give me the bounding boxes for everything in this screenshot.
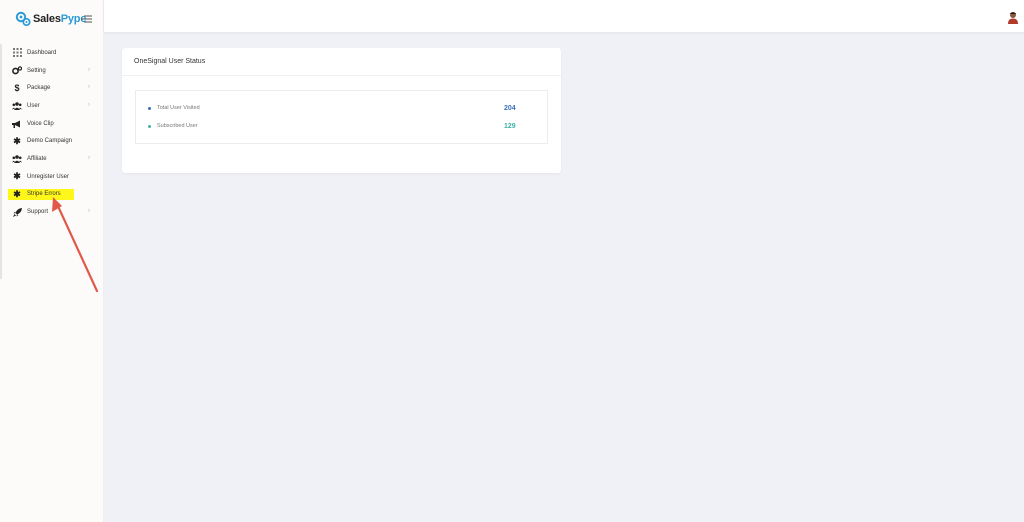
sidebar-item-user[interactable]: User › bbox=[0, 97, 104, 115]
sidebar-item-dashboard[interactable]: Dashboard bbox=[0, 44, 104, 62]
card-header: OneSignal User Status bbox=[122, 48, 561, 76]
gears-icon bbox=[12, 66, 22, 76]
brand-logo[interactable]: SalesPype bbox=[15, 10, 86, 28]
sidebar-item-package[interactable]: $ Package › bbox=[0, 79, 104, 97]
grid-icon bbox=[12, 48, 22, 58]
users-icon bbox=[12, 101, 22, 111]
stat-row-total-visited: Total User Visited 204 bbox=[136, 102, 547, 114]
card-title: OneSignal User Status bbox=[134, 58, 206, 65]
chevron-right-icon: › bbox=[88, 208, 90, 215]
megaphone-icon bbox=[12, 119, 22, 129]
stat-value: 129 bbox=[504, 122, 516, 130]
sidebar-item-label: Support bbox=[27, 209, 49, 216]
sidebar-item-label: User bbox=[27, 102, 40, 109]
asterisk-icon: ✱ bbox=[13, 171, 21, 182]
stats-box: Total User Visited 204 Subscribed User 1… bbox=[135, 90, 548, 144]
user-avatar[interactable] bbox=[1007, 11, 1019, 24]
sidebar-item-affiliate[interactable]: Affiliate › bbox=[0, 150, 104, 168]
stat-row-subscribed: Subscribed User 129 bbox=[136, 120, 547, 132]
chevron-right-icon: › bbox=[88, 84, 90, 91]
bullet-icon bbox=[148, 124, 151, 128]
sidebar-item-demo-campaign[interactable]: ✱ Demo Campaign bbox=[0, 132, 104, 150]
top-header bbox=[104, 0, 1024, 32]
chevron-right-icon: › bbox=[88, 66, 90, 73]
stat-label: Subscribed User bbox=[157, 123, 198, 129]
onesignal-status-card: OneSignal User Status Total User Visited… bbox=[122, 48, 561, 173]
menu-toggle-icon[interactable] bbox=[81, 14, 92, 24]
sidebar-item-label: Setting bbox=[27, 67, 46, 74]
sidebar-item-label: Dashboard bbox=[27, 49, 57, 56]
stat-label: Total User Visited bbox=[157, 105, 200, 111]
sidebar-item-label: Affiliate bbox=[27, 155, 47, 162]
sidebar-item-stripe-errors[interactable]: ✱ Stripe Errors bbox=[0, 186, 104, 204]
stat-value: 204 bbox=[504, 104, 516, 112]
dollar-icon: $ bbox=[14, 83, 20, 94]
asterisk-icon: ✱ bbox=[13, 188, 21, 199]
sidebar-item-label: Package bbox=[27, 85, 51, 92]
sidebar-item-label: Voice Clip bbox=[27, 120, 54, 127]
sidebar-item-unregister-user[interactable]: ✱ Unregister User bbox=[0, 168, 104, 186]
brand-name: SalesPype bbox=[33, 13, 87, 25]
sidebar-item-label: Stripe Errors bbox=[27, 191, 61, 198]
sidebar-item-label: Unregister User bbox=[27, 173, 70, 180]
sidebar-item-voice-clip[interactable]: Voice Clip bbox=[0, 115, 104, 133]
sidebar-item-label: Demo Campaign bbox=[27, 138, 73, 145]
rocket-icon bbox=[12, 207, 22, 217]
asterisk-icon: ✱ bbox=[13, 135, 21, 146]
sidebar-nav: Dashboard Setting › $ Package › User › V… bbox=[0, 44, 104, 221]
sidebar-item-setting[interactable]: Setting › bbox=[0, 62, 104, 80]
gears-logo-icon bbox=[15, 11, 31, 27]
users-icon bbox=[12, 154, 22, 164]
sidebar: SalesPype Dashboard Setting › $ Package … bbox=[0, 0, 104, 522]
bullet-icon bbox=[148, 106, 151, 110]
chevron-right-icon: › bbox=[88, 102, 90, 109]
sidebar-item-support[interactable]: Support › bbox=[0, 203, 104, 221]
chevron-right-icon: › bbox=[88, 155, 90, 162]
